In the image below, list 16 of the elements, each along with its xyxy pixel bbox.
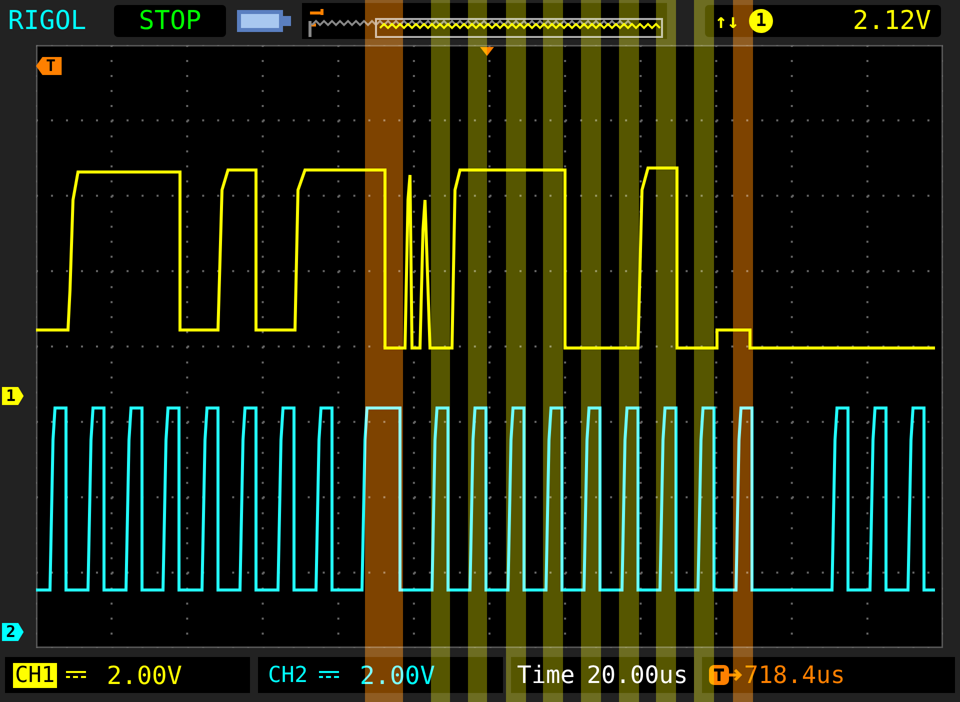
dc-coupling-icon [318, 670, 340, 680]
channel-marker: 1 [2, 387, 24, 405]
channel-label[interactable]: CH1 [13, 662, 57, 688]
timebase-label: Time [517, 661, 575, 689]
battery-icon [236, 7, 292, 35]
trigger-slope: ↑↓ [715, 9, 740, 33]
channel-scale: 2.00V [106, 660, 182, 690]
trigger-level: 2.12V [852, 6, 931, 36]
channel-marker: 2 [2, 623, 24, 641]
run-state: STOP [114, 5, 226, 37]
trigger-offset-value: 718.4us [744, 661, 846, 689]
channel-label[interactable]: CH2 [266, 662, 310, 688]
brand-label: RIGOL [8, 6, 88, 36]
timebase-value: 20.00us [586, 661, 688, 689]
channel-scale: 2.00V [360, 660, 436, 690]
dc-coupling-icon [64, 670, 87, 680]
